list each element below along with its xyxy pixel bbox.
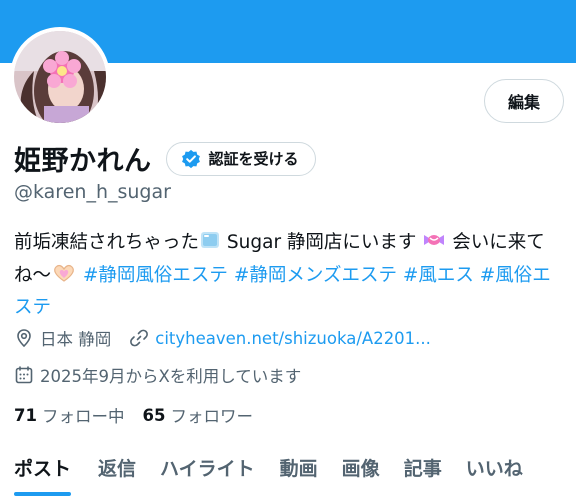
tab-highlights-label: ハイライト	[160, 458, 255, 480]
heart-hands-emoji	[51, 262, 77, 294]
tab-likes[interactable]: いいね	[466, 444, 523, 498]
tab-videos-label: 動画	[279, 458, 318, 480]
hashtag-link[interactable]: #風エス	[403, 265, 474, 286]
location-pin-icon	[17, 329, 31, 348]
get-verified-label: 認証を受ける	[208, 150, 299, 168]
ice-cube-emoji	[199, 229, 221, 261]
followers-count[interactable]: 65	[142, 406, 165, 425]
profile-meta: 日本 静岡 cityheaven.net/shizuoka/A2201...	[14, 326, 431, 350]
joined-date: 2025年9月からXを利用しています	[14, 363, 301, 387]
tab-likes-label: いいね	[465, 458, 523, 480]
profile-bio: 前垢凍結されちゃった Sugar 静岡店にいます 会いに来てね〜 #静岡風俗エス…	[14, 228, 562, 323]
tab-photos-label: 画像	[341, 458, 380, 480]
tab-articles[interactable]: 記事	[404, 444, 442, 498]
tab-videos[interactable]: 動画	[280, 444, 318, 498]
hashtag-link[interactable]: #静岡風俗エステ	[83, 265, 228, 286]
tab-highlights[interactable]: ハイライト	[160, 444, 255, 498]
bio-text-2: Sugar 静岡店にいます	[221, 232, 423, 253]
location-text: 日本 静岡	[40, 330, 112, 349]
website-link[interactable]: cityheaven.net/shizuoka/A2201...	[155, 329, 431, 348]
joined-text: 2025年9月からXを利用しています	[40, 367, 302, 386]
bio-text-1: 前垢凍結されちゃった	[14, 232, 200, 253]
followers-label[interactable]: フォロワー	[170, 403, 253, 427]
avatar[interactable]	[14, 31, 106, 123]
name-row: 姫野かれん 認証を受ける	[14, 139, 316, 178]
verified-badge-icon	[181, 149, 200, 168]
following-label[interactable]: フォロー中	[42, 403, 125, 427]
hashtag-link[interactable]: #静岡メンズエステ	[234, 265, 397, 286]
tab-posts-label: ポスト	[14, 458, 72, 480]
display-name: 姫野かれん	[14, 146, 152, 177]
profile-tabs: ポスト 返信 ハイライト 動画 画像 記事 いいね	[0, 444, 576, 498]
tab-replies-label: 返信	[98, 458, 137, 480]
user-handle: @karen_h_sugar	[14, 181, 171, 203]
link-icon	[130, 329, 149, 347]
candy-emoji	[422, 229, 446, 261]
get-verified-button[interactable]: 認証を受ける	[165, 141, 316, 176]
tab-photos[interactable]: 画像	[342, 444, 380, 498]
edit-profile-button[interactable]: 編集	[484, 79, 564, 123]
tab-posts[interactable]: ポスト	[14, 444, 72, 498]
tab-replies[interactable]: 返信	[98, 444, 136, 498]
active-tab-indicator	[14, 492, 72, 496]
calendar-icon	[15, 366, 33, 384]
tab-articles-label: 記事	[403, 458, 442, 480]
website-item: cityheaven.net/shizuoka/A2201...	[129, 328, 431, 348]
location-item: 日本 静岡	[14, 326, 111, 350]
following-count[interactable]: 71	[14, 406, 37, 425]
follow-stats: 71 フォロー中 65 フォロワー	[14, 403, 271, 427]
